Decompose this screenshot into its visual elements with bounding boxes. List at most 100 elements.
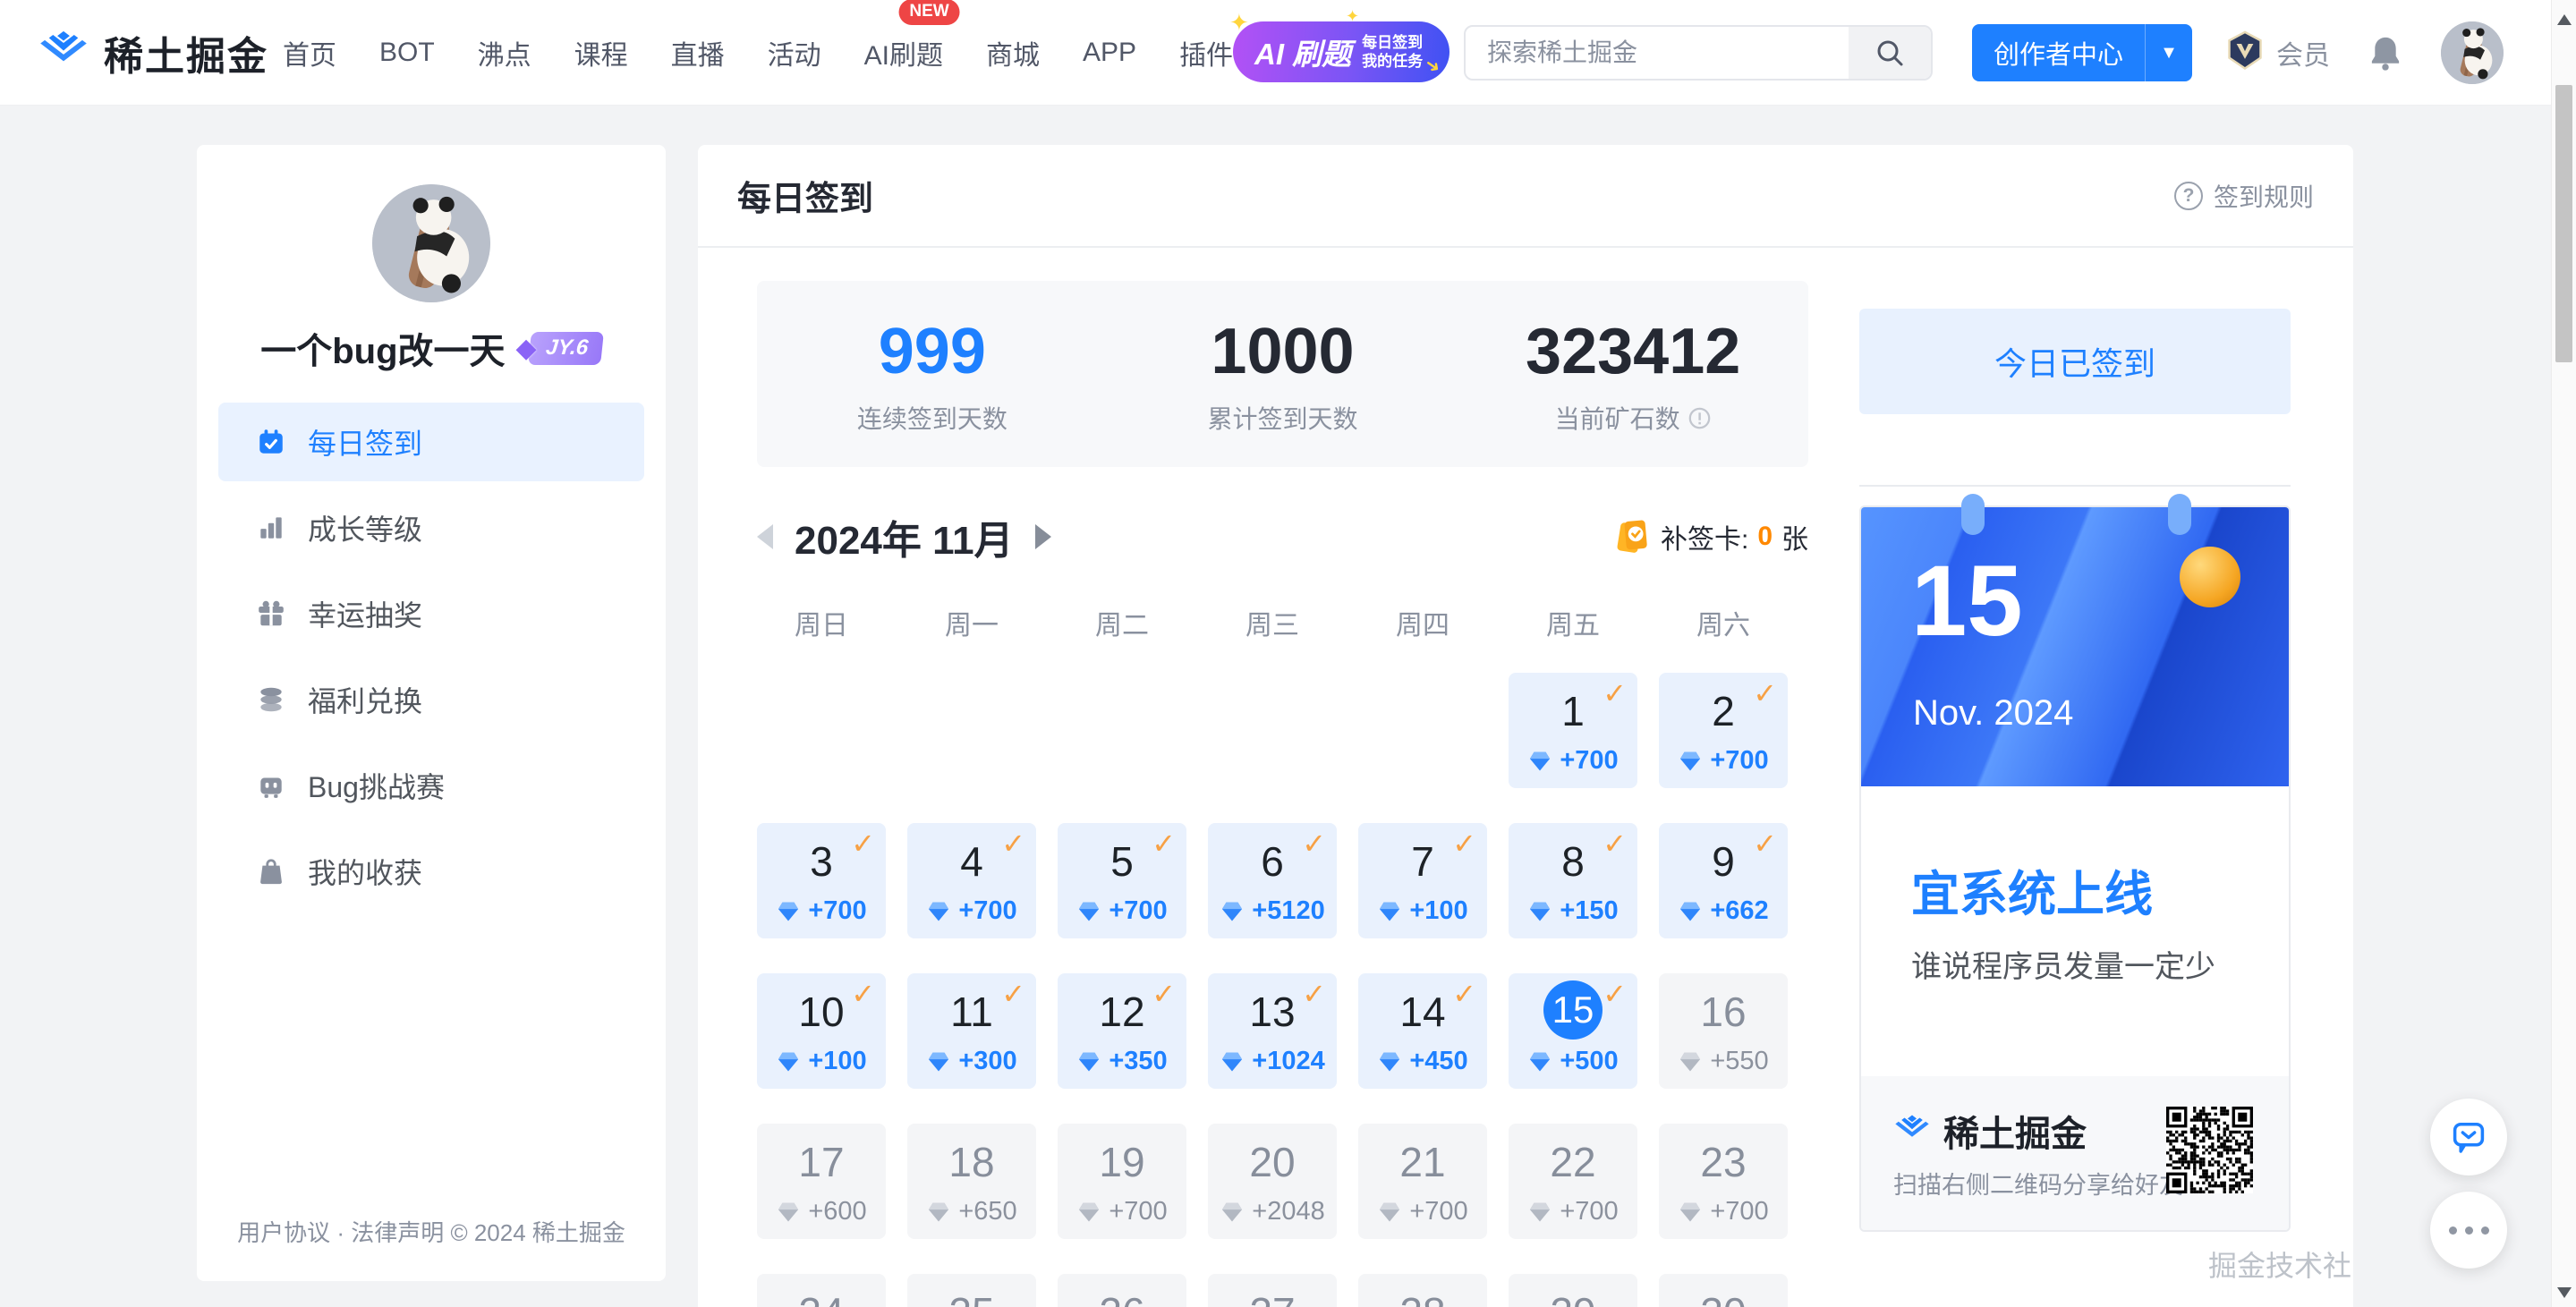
day-reward: +662 — [1659, 896, 1788, 926]
check-icon: ✓ — [1302, 977, 1326, 1011]
resign-card-counter[interactable]: 补签卡: 0 张 — [1614, 517, 1808, 556]
nav-item-3[interactable]: 课程 — [553, 33, 650, 72]
signed-in-today-button[interactable]: 今日已签到 — [1859, 309, 2291, 414]
sidebar-item-5[interactable]: 我的收获 — [218, 832, 644, 911]
check-icon: ✓ — [1001, 977, 1025, 1011]
sidebar-footer-links[interactable]: 用户协议 · 法律声明 © 2024 稀土掘金 — [197, 1215, 666, 1248]
day-cell-10[interactable]: ✓10+100 — [757, 973, 886, 1089]
day-number: 5 — [1110, 837, 1134, 887]
day-cell-18[interactable]: 18+650 — [907, 1124, 1036, 1239]
day-cell-5[interactable]: ✓5+700 — [1058, 823, 1186, 938]
day-reward: +100 — [1358, 896, 1487, 926]
check-icon: ✓ — [1152, 977, 1176, 1011]
sparkle-icon: ✦ — [1346, 7, 1359, 26]
more-actions-button[interactable] — [2430, 1192, 2507, 1269]
sidebar-item-4[interactable]: Bug挑战赛 — [218, 746, 644, 825]
day-cell-6[interactable]: ✓6+5120 — [1208, 823, 1337, 938]
day-cell-25[interactable]: 25 — [907, 1274, 1036, 1307]
check-icon: ✓ — [1603, 977, 1627, 1011]
level-badge[interactable]: ◆ JY.6 — [516, 332, 602, 365]
creator-center-button[interactable]: 创作者中心 ▼ — [1972, 24, 2192, 81]
sidebar-item-0[interactable]: 每日签到 — [218, 403, 644, 481]
logo-text: 稀土掘金 — [104, 24, 268, 81]
day-cell-1[interactable]: ✓1+700 — [1509, 673, 1637, 788]
day-cell-13[interactable]: ✓13+1024 — [1208, 973, 1337, 1089]
nav-item-8[interactable]: APP — [1061, 38, 1158, 68]
day-cell-8[interactable]: ✓8+150 — [1509, 823, 1637, 938]
check-icon: ✓ — [1452, 977, 1476, 1011]
day-cell-11[interactable]: ✓11 +300 — [907, 973, 1036, 1089]
scroll-down-icon[interactable] — [2557, 1287, 2572, 1298]
scrollbar-thumb[interactable] — [2555, 85, 2572, 362]
day-cell-7[interactable]: ✓7+100 — [1358, 823, 1487, 938]
nav-item-4[interactable]: 直播 — [650, 33, 746, 72]
day-cell-20[interactable]: 20+2048 — [1208, 1124, 1337, 1239]
sidebar-item-2[interactable]: 幸运抽奖 — [218, 574, 644, 653]
day-cell-16[interactable]: 16+550 — [1659, 973, 1788, 1089]
juejin-logo[interactable]: 稀土掘金 — [38, 0, 268, 106]
day-cell-23[interactable]: 23+700 — [1659, 1124, 1788, 1239]
nav-item-6[interactable]: AI刷题NEW — [843, 33, 965, 72]
day-number: 3 — [810, 837, 833, 887]
nav-item-7[interactable]: 商城 — [965, 33, 1061, 72]
day-cell-30[interactable]: 30 — [1659, 1274, 1788, 1307]
nav-item-0[interactable]: 首页 — [261, 33, 358, 72]
day-cell-27[interactable]: 27 — [1208, 1274, 1337, 1307]
sidebar-item-label: Bug挑战赛 — [308, 765, 445, 806]
vip-member-link[interactable]: 会员 — [2224, 0, 2330, 106]
day-reward: +1024 — [1208, 1047, 1337, 1076]
sidebar-item-3[interactable]: 福利兑换 — [218, 660, 644, 739]
day-cell-15[interactable]: ✓15+500 — [1509, 973, 1637, 1089]
juejin-logo-icon — [38, 30, 89, 75]
day-cell-12[interactable]: ✓12+350 — [1058, 973, 1186, 1089]
day-cell-14[interactable]: ✓14+450 — [1358, 973, 1487, 1089]
check-icon: ✓ — [1603, 827, 1627, 861]
day-cell-4[interactable]: ✓4+700 — [907, 823, 1036, 938]
day-number: 10 — [798, 988, 844, 1037]
sidebar-item-label: 福利兑换 — [308, 679, 422, 720]
day-cell-28[interactable]: 28 — [1358, 1274, 1487, 1307]
search-input[interactable] — [1466, 27, 1849, 79]
stats-panel: 999连续签到天数1000累计签到天数323412当前矿石数 — [757, 281, 1808, 467]
prev-month-button[interactable] — [757, 524, 773, 549]
day-number: 29 — [1550, 1288, 1595, 1307]
day-cell-26[interactable]: 26 — [1058, 1274, 1186, 1307]
scroll-up-icon[interactable] — [2557, 14, 2572, 25]
day-cell-17[interactable]: 17+600 — [757, 1124, 886, 1239]
day-reward: +300 — [907, 1047, 1036, 1076]
stat-value: 323412 — [1458, 319, 1808, 384]
day-cell-19[interactable]: 19+700 — [1058, 1124, 1186, 1239]
day-cell-3[interactable]: ✓3+700 — [757, 823, 886, 938]
notifications-button[interactable] — [2366, 0, 2405, 106]
ai-quiz-promo-banner[interactable]: ✦ ✦ AI 刷题 每日签到我的任务 ➜ — [1233, 21, 1450, 82]
day-cell-2[interactable]: ✓2+700 — [1659, 673, 1788, 788]
nav-item-5[interactable]: 活动 — [746, 33, 843, 72]
sidebar-item-1[interactable]: 成长等级 — [218, 488, 644, 567]
day-cell-22[interactable]: 22+700 — [1509, 1124, 1637, 1239]
caret-down-icon[interactable]: ▼ — [2146, 43, 2192, 64]
profile-avatar[interactable] — [372, 184, 490, 302]
search-button[interactable] — [1849, 27, 1931, 79]
day-cell-29[interactable]: 29 — [1509, 1274, 1637, 1307]
next-month-button[interactable] — [1035, 524, 1051, 549]
day-cell-9[interactable]: ✓9+662 — [1659, 823, 1788, 938]
check-icon: ✓ — [1753, 676, 1777, 710]
stat-label: 累计签到天数 — [1108, 400, 1458, 436]
sidebar-item-label: 成长等级 — [308, 507, 422, 548]
day-cell-24[interactable]: 24 — [757, 1274, 886, 1307]
day-number: 4 — [960, 837, 983, 887]
day-cell-21[interactable]: 21+700 — [1358, 1124, 1487, 1239]
nav-item-2[interactable]: 沸点 — [456, 33, 553, 72]
user-avatar[interactable] — [2441, 21, 2504, 84]
creator-center-label: 创作者中心 — [1972, 34, 2145, 72]
day-reward: +700 — [757, 896, 886, 926]
new-badge: NEW — [898, 0, 959, 25]
day-number: 28 — [1399, 1288, 1445, 1307]
chat-icon — [2449, 1117, 2488, 1157]
nav-item-1[interactable]: BOT — [358, 38, 456, 68]
signin-rules-link[interactable]: ? 签到规则 — [2174, 178, 2314, 214]
gem-icon — [776, 899, 801, 924]
day-number: 11 — [950, 988, 993, 1037]
qr-code — [2166, 1107, 2253, 1193]
feedback-button[interactable] — [2430, 1099, 2507, 1175]
